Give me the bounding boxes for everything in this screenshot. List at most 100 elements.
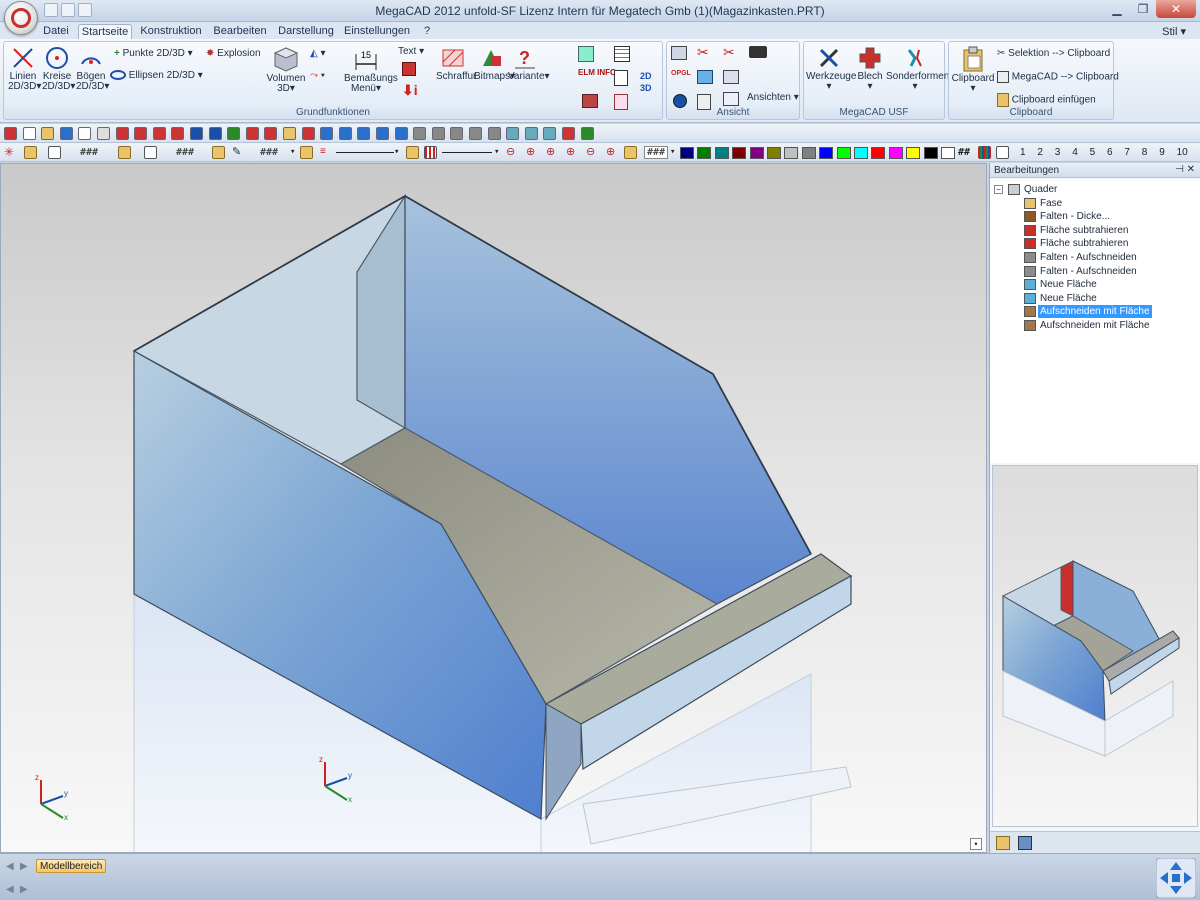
layer-number[interactable]: 2 [1037, 147, 1043, 158]
toolbar-tool-icon[interactable] [264, 127, 278, 140]
toolbar-tool-icon[interactable] [97, 127, 110, 140]
camera-button[interactable] [749, 46, 767, 62]
color-swatch[interactable] [680, 147, 694, 159]
field-1[interactable]: ### [80, 147, 98, 158]
toolbar-tool-icon[interactable] [543, 127, 557, 140]
toolbar-tool-icon[interactable] [394, 127, 408, 140]
bemassung-button[interactable]: 15 Bemaßungs Menü▾ [344, 46, 398, 94]
elm-info-button[interactable]: ELM INFO [578, 68, 616, 77]
toolbar-tool-icon[interactable] [208, 127, 222, 140]
toolbar-tool-icon[interactable] [171, 127, 185, 140]
ansichten-button[interactable]: Ansichten ▾ [747, 92, 799, 104]
layer-number[interactable]: 3 [1055, 147, 1061, 158]
variante-button[interactable]: ? Variante▾ [508, 46, 550, 82]
zoom-icon-3[interactable]: ⊕ [546, 145, 559, 158]
surface-tool-button[interactable]: ◭ ▾ [310, 48, 326, 60]
info-button[interactable]: ⬇i [402, 83, 418, 99]
linetype-dropdown[interactable]: ▾ [394, 147, 399, 157]
toolbar-tool-icon[interactable] [4, 127, 17, 140]
toolbar-tool-icon[interactable] [320, 127, 334, 140]
toolbar-tool-icon[interactable] [506, 127, 520, 140]
toolbar-tool-icon[interactable] [338, 127, 352, 140]
toolbar-tool-icon[interactable] [413, 127, 427, 140]
schraffur-button[interactable]: Schraffur [436, 46, 476, 82]
clipboard-button[interactable]: Clipboard ▾ [951, 46, 995, 94]
toolbar-tool-icon[interactable] [562, 127, 575, 140]
color-swatch[interactable] [888, 147, 903, 159]
blech-button[interactable]: Blech ▾ [854, 46, 886, 92]
text-button[interactable]: Text ▾ [398, 46, 424, 58]
curve-tool-button[interactable]: ⤳ ▾ [310, 70, 325, 82]
layer-table-icon[interactable] [996, 146, 1009, 159]
prev-layout-arrow[interactable]: ◀ [6, 861, 14, 872]
qat-open-icon[interactable] [61, 3, 75, 17]
layers-tab-icon[interactable] [1018, 836, 1032, 850]
color-swatch[interactable] [923, 147, 938, 159]
volumen-button[interactable]: Volumen 3D▾ [266, 46, 306, 94]
view-btn-8[interactable] [723, 70, 739, 88]
color-swatch[interactable] [767, 147, 781, 159]
toolbar-tool-icon[interactable] [487, 127, 501, 140]
qat-new-icon[interactable] [44, 3, 58, 17]
close-button[interactable]: ✕ [1156, 0, 1196, 18]
layer-number[interactable]: 1 [1020, 147, 1026, 158]
zoom-icon-1[interactable]: ⊖ [506, 145, 519, 158]
color-swatch[interactable] [749, 147, 764, 159]
pin-icon[interactable]: ⊣ [1175, 164, 1184, 175]
color-swatch[interactable] [941, 147, 955, 159]
operations-tab-icon[interactable] [996, 836, 1010, 850]
scroll-left-arrow[interactable]: ◀ [6, 884, 14, 895]
view-btn-4[interactable]: ✂ [697, 45, 709, 61]
megacad-clipboard-button[interactable]: MegaCAD --> Clipboard [997, 71, 1119, 84]
qat-save-icon[interactable] [78, 3, 92, 17]
layer-number[interactable]: 4 [1072, 147, 1078, 158]
lock-icon-2[interactable] [118, 146, 131, 159]
view-btn-7[interactable]: ✂ [723, 45, 735, 61]
linien-button[interactable]: Linien 2D/3D▾ [8, 46, 41, 92]
field-3[interactable]: ### [260, 147, 278, 158]
layer-number[interactable]: 6 [1107, 147, 1113, 158]
linetype-icon[interactable]: ≡ [320, 146, 333, 159]
toolbar-tool-icon[interactable] [376, 127, 389, 140]
color-swatch[interactable] [732, 147, 747, 159]
punkte-button[interactable]: + Punkte 2D/3D ▾ [114, 48, 193, 60]
toolbar-tool-icon[interactable] [524, 127, 538, 140]
toolbar-tool-icon[interactable] [450, 127, 464, 140]
tool-grid-1[interactable] [578, 46, 594, 66]
doc-tool-button[interactable] [614, 70, 628, 90]
lock-icon-6[interactable] [624, 146, 637, 159]
grid-tool-button[interactable] [614, 46, 630, 66]
layer-number[interactable]: 9 [1159, 147, 1165, 158]
tab-datei[interactable]: Datei [40, 24, 72, 39]
field-2[interactable]: ### [176, 147, 194, 158]
tab-help[interactable]: ? [420, 24, 434, 39]
tab-startseite[interactable]: Startseite [78, 24, 132, 39]
toolbar-tool-icon[interactable] [245, 127, 259, 140]
toolbar-tool-icon[interactable] [580, 127, 594, 140]
linewidth-dropdown[interactable]: ▾ [494, 147, 499, 157]
layer-number[interactable]: 10 [1177, 147, 1188, 158]
toolbar-tool-icon[interactable] [227, 127, 241, 140]
layer-number[interactable]: 8 [1142, 147, 1148, 158]
color-swatch[interactable] [714, 147, 729, 159]
toolbar-tool-icon[interactable] [59, 127, 73, 140]
snap-star-icon[interactable]: ✳ [4, 145, 17, 159]
opengl-button[interactable]: OPGL [671, 68, 691, 80]
zoom-icon-4[interactable]: ⊕ [566, 145, 579, 158]
layer-number[interactable]: 7 [1124, 147, 1130, 158]
bitmap-insert-button[interactable] [402, 62, 416, 80]
toolbar-tool-icon[interactable] [22, 127, 36, 140]
preview-window[interactable] [992, 465, 1198, 827]
color-swatch[interactable] [784, 147, 799, 159]
collapse-icon[interactable]: − [994, 185, 1003, 194]
view-btn-5[interactable] [697, 70, 713, 88]
zoom-icon-6[interactable]: ⊕ [606, 145, 619, 158]
color-swatch[interactable] [854, 147, 868, 159]
explosion-button[interactable]: ✸ Explosion [206, 48, 261, 60]
werkzeuge-button[interactable]: Werkzeuge ▾ [806, 46, 856, 92]
ellipsen-button[interactable]: Ellipsen 2D/3D ▾ [110, 70, 203, 82]
clipboard-einfuegen-button[interactable]: Clipboard einfügen [997, 93, 1096, 107]
color-swatch[interactable] [819, 147, 834, 159]
toolbar-tool-icon[interactable] [301, 127, 315, 140]
toolbar-tool-icon[interactable] [283, 127, 296, 140]
